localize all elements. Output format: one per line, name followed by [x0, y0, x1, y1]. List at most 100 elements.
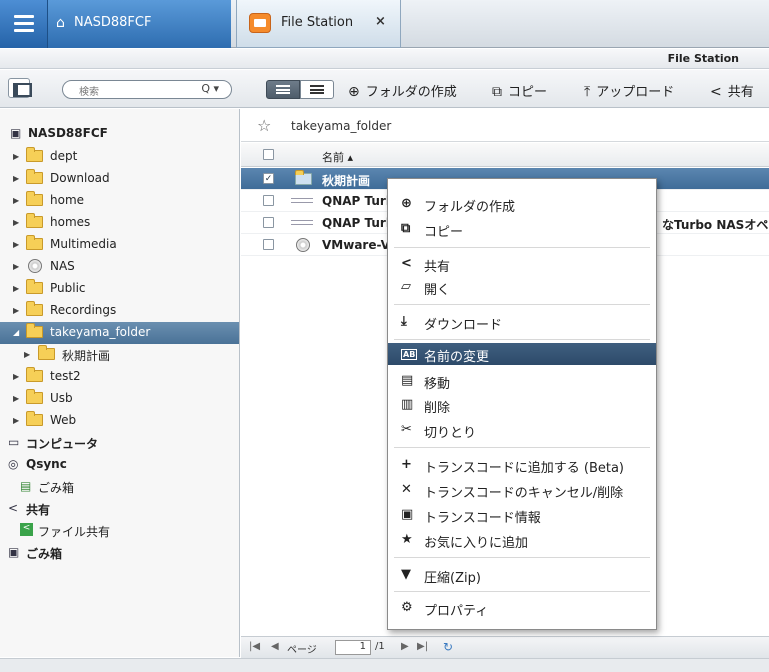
row-checkbox[interactable]	[263, 217, 274, 228]
last-page-icon[interactable]: ▶|	[417, 641, 428, 652]
search-input[interactable]: 検索 Q ▾	[62, 80, 232, 99]
menu-item-rename[interactable]: AB 名前の変更	[388, 343, 656, 365]
file-station-icon	[249, 13, 271, 33]
tree-item-autumn-plan[interactable]: ▶ 秋期計画	[0, 344, 239, 366]
tree-item-dept[interactable]: ▶ dept	[0, 146, 239, 168]
tree-item-recordings[interactable]: ▶ Recordings	[0, 300, 239, 322]
share-icon: <	[401, 256, 412, 271]
tree-item-nas[interactable]: ▶ NAS	[0, 256, 239, 278]
next-page-icon[interactable]: ▶	[401, 641, 409, 652]
list-view-button[interactable]	[266, 80, 300, 99]
search-icon[interactable]: Q ▾	[201, 82, 219, 95]
menu-item-cancel-transcode[interactable]: ✕ トランスコードのキャンセル/削除	[388, 479, 656, 501]
first-page-icon[interactable]: |◀	[249, 641, 260, 652]
tree-item-qsync-trash[interactable]: ▤ ごみ箱	[0, 476, 239, 498]
tree-item-home[interactable]: ▶ home	[0, 190, 239, 212]
expand-icon: ▶	[24, 350, 31, 359]
trash-icon: ▤	[20, 479, 32, 493]
folder-icon	[26, 147, 43, 162]
plus-circle-icon: ⊕	[401, 196, 412, 211]
row-checkbox-checked[interactable]: ✓	[263, 173, 274, 184]
refresh-icon[interactable]: ↻	[443, 640, 453, 654]
tree-item-usb[interactable]: ▶ Usb	[0, 388, 239, 410]
download-icon: ⤓	[401, 314, 407, 329]
toggle-panel-button[interactable]	[8, 78, 32, 98]
zip-icon: ▼	[401, 567, 411, 582]
pager-bar: |◀ ◀ ページ 1 /1 ▶ ▶| ↻	[241, 636, 769, 658]
select-all-checkbox[interactable]	[263, 149, 274, 160]
file-station-tab-label: File Station	[281, 15, 354, 30]
tree-item-download[interactable]: ▶ Download	[0, 168, 239, 190]
menu-item-transcode-info[interactable]: ▣ トランスコード情報	[388, 504, 656, 526]
tree-item-test2[interactable]: ▶ test2	[0, 366, 239, 388]
qnap-file-icon	[291, 220, 313, 225]
copy-button[interactable]: ⧉ コピー	[492, 80, 547, 100]
menu-separator	[394, 339, 650, 340]
tree-item-takeyama-folder[interactable]: ◢ takeyama_folder	[0, 322, 239, 344]
folder-icon	[26, 279, 43, 294]
tree-item-qsync[interactable]: ◎ Qsync	[0, 454, 239, 476]
trash-icon: ▣	[8, 545, 20, 559]
tree-item-computer[interactable]: ▭ コンピュータ	[0, 432, 239, 454]
menu-item-compress-zip[interactable]: ▼ 圧縮(Zip)	[388, 564, 656, 586]
tree-root[interactable]: ▣ NASD88FCF	[0, 123, 239, 145]
nas-home-tab[interactable]: ⌂ NASD88FCF	[48, 0, 231, 48]
menu-item-move[interactable]: ▤ 移動	[388, 370, 656, 392]
tree-item-multimedia[interactable]: ▶ Multimedia	[0, 234, 239, 256]
prev-page-icon[interactable]: ◀	[271, 641, 279, 652]
disc-image-icon	[296, 238, 310, 252]
expand-icon: ▶	[13, 372, 20, 381]
folder-icon	[26, 213, 43, 228]
file-list-header: 名前 ▴	[241, 143, 769, 167]
nas-icon: ▣	[10, 126, 22, 140]
row-checkbox[interactable]	[263, 239, 274, 250]
tree-item-homes[interactable]: ▶ homes	[0, 212, 239, 234]
copy-icon: ⧉	[401, 221, 411, 236]
folder-icon	[295, 170, 312, 185]
row-checkbox[interactable]	[263, 195, 274, 206]
cut-icon: ✂	[401, 422, 412, 437]
current-path: takeyama_folder	[291, 119, 392, 133]
share-button[interactable]: < 共有	[710, 80, 754, 100]
name-column-header[interactable]: 名前 ▴	[322, 149, 353, 165]
upload-button[interactable]: ⤒ アップロード	[584, 80, 674, 100]
menu-item-cut[interactable]: ✂ 切りとり	[388, 419, 656, 441]
menu-item-copy[interactable]: ⧉ コピー	[388, 218, 656, 240]
detail-view-button[interactable]	[300, 80, 334, 99]
properties-icon: ⚙	[401, 600, 413, 615]
expand-icon: ▶	[13, 196, 20, 205]
expand-icon: ▶	[13, 394, 20, 403]
file-station-tab[interactable]: File Station ×	[236, 0, 401, 48]
main-menu-button[interactable]	[0, 0, 48, 48]
menu-item-add-transcode[interactable]: + トランスコードに追加する (Beta)	[388, 454, 656, 476]
menu-item-add-favorite[interactable]: ★ お気に入りに追加	[388, 529, 656, 551]
tree-item-public[interactable]: ▶ Public	[0, 278, 239, 300]
create-folder-button[interactable]: ⊕ フォルダの作成	[348, 80, 457, 100]
star-icon: ★	[401, 532, 413, 547]
tree-item-share[interactable]: < 共有	[0, 498, 239, 520]
expand-icon: ▶	[13, 174, 20, 183]
tree-item-web[interactable]: ▶ Web	[0, 410, 239, 432]
favorite-star-icon[interactable]: ☆	[257, 116, 271, 135]
qnap-file-icon	[291, 198, 313, 203]
menu-item-download[interactable]: ⤓ ダウンロード	[388, 311, 656, 333]
close-tab-icon[interactable]: ×	[375, 14, 386, 29]
open-folder-icon: ▱	[401, 279, 411, 294]
menu-item-delete[interactable]: ▥ 削除	[388, 394, 656, 416]
info-icon: ▣	[401, 507, 414, 522]
menu-item-open[interactable]: ▱ 開く	[388, 276, 656, 298]
menu-item-create-folder[interactable]: ⊕ フォルダの作成	[388, 193, 656, 215]
plus-circle-icon: ⊕	[348, 84, 360, 100]
hamburger-icon	[14, 15, 34, 18]
move-icon: ▤	[401, 373, 414, 388]
x-icon: ✕	[401, 482, 412, 497]
detail-list-icon	[310, 85, 324, 94]
file-row-overflow-text: なTurbo NASオペレー	[662, 218, 769, 232]
folder-icon	[26, 411, 43, 426]
share-icon: <	[710, 84, 722, 100]
menu-item-share[interactable]: < 共有	[388, 253, 656, 275]
tree-item-file-share[interactable]: < ファイル共有	[0, 520, 239, 542]
page-input[interactable]: 1	[335, 640, 371, 655]
menu-item-properties[interactable]: ⚙ プロパティ	[388, 597, 656, 619]
tree-item-trash[interactable]: ▣ ごみ箱	[0, 542, 239, 564]
